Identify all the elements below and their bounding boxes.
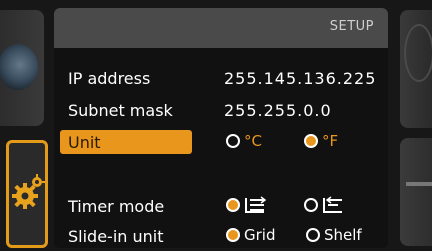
slide-in-unit-row[interactable]: Slide-in unit Grid Shelf	[54, 224, 388, 250]
unit-label: Unit	[68, 133, 101, 152]
screen-frame: SETUP IP address 255.145.136.225 Subnet …	[0, 0, 432, 251]
slide-in-option-shelf[interactable]: Shelf	[306, 226, 362, 244]
ip-address-row[interactable]: IP address 255.145.136.225	[54, 66, 388, 92]
carousel-card-next-icon	[404, 24, 432, 82]
ip-address-value[interactable]: 255.145.136.225	[224, 69, 376, 88]
subnet-mask-row[interactable]: Subnet mask 255.255.0.0	[54, 98, 388, 124]
timer-forward-icon	[245, 196, 266, 213]
carousel-card-next-2[interactable]	[400, 138, 432, 246]
ip-address-label: IP address	[68, 69, 151, 88]
setup-panel: SETUP IP address 255.145.136.225 Subnet …	[54, 8, 388, 248]
unit-option-celsius-label: °C	[244, 132, 262, 150]
subnet-mask-label: Subnet mask	[68, 101, 173, 120]
radio-timer-backward[interactable]	[304, 198, 318, 212]
slide-in-unit-label: Slide-in unit	[68, 227, 164, 246]
timer-mode-row[interactable]: Timer mode	[54, 194, 388, 220]
slide-in-option-grid-label: Grid	[244, 226, 276, 244]
slide-in-option-grid[interactable]: Grid	[226, 226, 275, 244]
timer-option-forward[interactable]	[226, 196, 266, 214]
unit-row[interactable]: Unit °C °F	[54, 130, 388, 156]
timer-mode-label: Timer mode	[68, 197, 165, 216]
carousel-card-next-2-icon	[406, 182, 432, 186]
timer-option-backward[interactable]	[304, 196, 344, 214]
carousel-card-setup-active[interactable]	[6, 140, 48, 248]
panel-header: SETUP	[54, 8, 388, 48]
carousel-card-network[interactable]	[0, 10, 44, 126]
page-title: SETUP	[329, 19, 374, 34]
radio-shelf[interactable]	[306, 228, 320, 242]
timer-backward-icon	[323, 196, 342, 213]
radio-grid[interactable]	[226, 228, 240, 242]
unit-option-fahrenheit[interactable]: °F	[304, 132, 338, 150]
settings-gears-icon	[11, 173, 45, 213]
radio-fahrenheit[interactable]	[304, 134, 318, 148]
unit-option-celsius[interactable]: °C	[226, 132, 262, 150]
subnet-mask-value[interactable]: 255.255.0.0	[224, 101, 332, 120]
carousel-card-next[interactable]	[400, 10, 432, 128]
radio-timer-forward[interactable]	[226, 198, 240, 212]
radio-celsius[interactable]	[226, 134, 240, 148]
slide-in-option-shelf-label: Shelf	[324, 226, 362, 244]
globe-icon	[0, 44, 38, 90]
unit-option-fahrenheit-label: °F	[322, 132, 339, 150]
